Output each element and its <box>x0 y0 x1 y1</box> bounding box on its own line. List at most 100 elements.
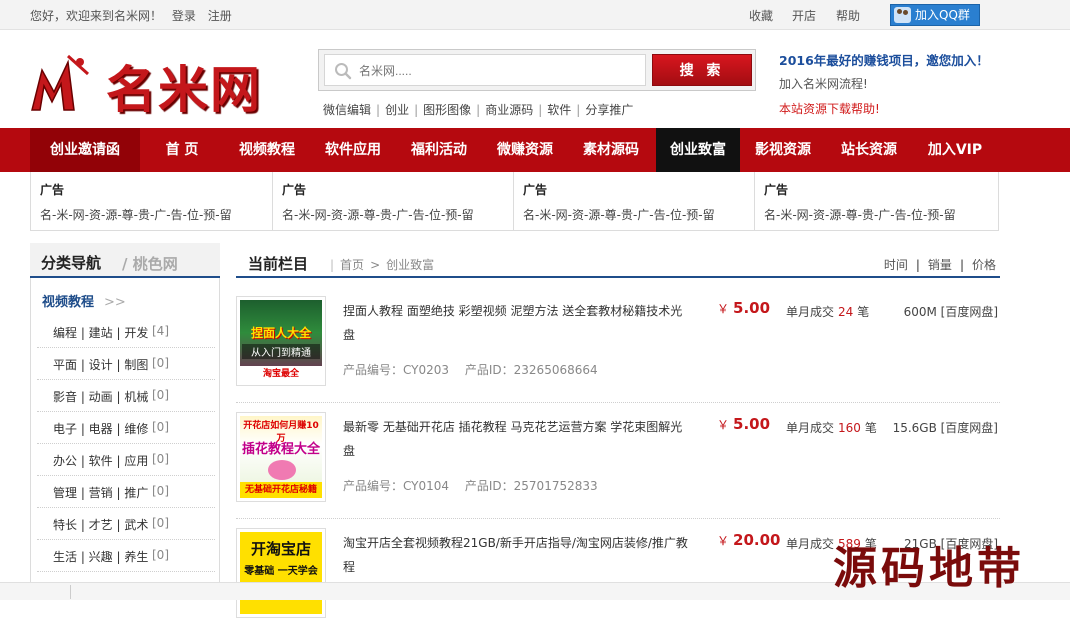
monthly-sales: 单月成交 24 笔 <box>786 303 869 320</box>
nav-item-vip[interactable]: 加入VIP <box>912 128 998 172</box>
subcategory-label: 影音 | 动画 | 机械 <box>53 390 149 404</box>
hot-link[interactable]: 分享推广 <box>585 103 633 117</box>
nav-item-startup-rich[interactable]: 创业致富 <box>656 128 740 172</box>
ad-title: 广告 <box>40 183 65 197</box>
subcategory-count: [0] <box>152 420 169 434</box>
subcategory-count: [0] <box>152 516 169 530</box>
top-bar: 您好，欢迎来到名米网！ 登录 注册 收藏 开店 帮助 加入QQ群 <box>0 0 1070 30</box>
sidebar-subcategory[interactable]: 管理 | 营销 | 推广 [0] <box>37 476 215 508</box>
sidebar-subtitle: / 桃色网 <box>122 255 178 273</box>
product-thumbnail[interactable]: 开淘宝店 零基础 一天学会 <box>236 528 326 618</box>
promo-join-process-link[interactable]: 加入名米网流程! <box>779 75 868 92</box>
category-label: 视频教程 <box>42 295 95 310</box>
ad-title: 广告 <box>764 183 789 197</box>
hot-link[interactable]: 微信编辑 <box>323 103 371 117</box>
currency-symbol: ￥ <box>717 534 730 548</box>
search-input[interactable] <box>359 61 639 81</box>
qq-group-label: 加入QQ群 <box>915 8 970 22</box>
currency-symbol: ￥ <box>717 302 730 316</box>
welcome-text: 您好，欢迎来到名米网！ <box>30 9 163 23</box>
sidebar-subcategory[interactable]: 特长 | 才艺 | 武术 [0] <box>37 508 215 540</box>
watermark: 源码地带 <box>833 543 1025 594</box>
promo-download-help-link[interactable]: 本站资源下载帮助! <box>779 100 880 117</box>
ad-slot[interactable]: 广告 名-米-网-资-源-尊-贵-广-告-位-预-留 <box>272 172 513 230</box>
nav-item-materials[interactable]: 素材源码 <box>568 128 654 172</box>
product-thumbnail[interactable]: 捏面人大全 从入门到精通 淘宝最全 <box>236 296 326 386</box>
product-meta: 产品编号：CY0203 产品ID：23265068664 <box>343 361 610 378</box>
nav-item-invite[interactable]: 创业邀请函 <box>30 128 140 172</box>
logo-m-icon <box>31 54 90 111</box>
price-value: 20.00 <box>733 531 781 549</box>
category-arrow: >> <box>104 295 126 310</box>
open-shop-link[interactable]: 开店 <box>792 7 816 24</box>
hot-link[interactable]: 创业 <box>385 103 409 117</box>
product-code: 产品编号：CY0104 <box>343 479 450 493</box>
product-code: 产品编号：CY0203 <box>343 363 450 377</box>
ad-title: 广告 <box>523 183 548 197</box>
sales-count: 160 <box>838 421 861 435</box>
subcategory-count: [4] <box>152 324 169 338</box>
price-value: 5.00 <box>733 299 771 317</box>
hot-link[interactable]: 商业源码 <box>485 103 533 117</box>
sidebar-subcategory[interactable]: 编程 | 建站 | 开发 [4] <box>37 316 215 348</box>
sidebar-subcategory[interactable]: 影音 | 动画 | 机械 [0] <box>37 380 215 412</box>
sidebar-subcategory[interactable]: 办公 | 软件 | 应用 [0] <box>37 444 215 476</box>
search-button[interactable]: 搜 索 <box>652 54 752 86</box>
ad-strip: 广告 名-米-网-资-源-尊-贵-广-告-位-预-留 广告 名-米-网-资-源-… <box>30 172 999 231</box>
subcategory-count: [0] <box>152 388 169 402</box>
sort-by-sales[interactable]: 销量 <box>928 258 952 272</box>
ad-slot[interactable]: 广告 名-米-网-资-源-尊-贵-广-告-位-预-留 <box>754 172 995 230</box>
hot-link[interactable]: 图形图像 <box>423 103 471 117</box>
thumb-text-top: 捏面人大全 <box>250 326 311 340</box>
site-logo[interactable]: 名米网 <box>28 46 278 119</box>
sales-prefix: 单月成交 <box>786 421 835 435</box>
sort-by-price[interactable]: 价格 <box>972 258 996 272</box>
subcategory-label: 平面 | 设计 | 制图 <box>53 358 149 372</box>
thumb-text-mid: 从入门到精通 <box>242 344 320 359</box>
product-title-link[interactable]: 最新零 无基础开花店 插花教程 马克花艺运营方案 学花束图解光盘 <box>343 415 688 463</box>
favorite-link[interactable]: 收藏 <box>749 7 773 24</box>
flower-bouquet-icon <box>268 460 296 480</box>
breadcrumb-separator: > <box>370 258 381 272</box>
product-thumbnail[interactable]: 开花店如何月赚10万 插花教程大全 无基础开花店秘籍 <box>236 412 326 502</box>
product-size: 15.6GB [百度网盘] <box>892 421 998 435</box>
nav-item-home[interactable]: 首 页 <box>140 128 224 172</box>
product-title-link[interactable]: 淘宝开店全套视频教程21GB/新手开店指导/淘宝网店装修/推广教程 <box>343 531 688 579</box>
subcategory-label: 电子 | 电器 | 维修 <box>53 422 149 436</box>
sales-count: 24 <box>838 305 854 319</box>
breadcrumb-home[interactable]: 首页 <box>340 258 364 272</box>
sort-by-time[interactable]: 时间 <box>884 258 908 272</box>
product-row: 开花店如何月赚10万 插花教程大全 无基础开花店秘籍 最新零 无基础开花店 插花… <box>236 403 1000 519</box>
list-header: 当前栏目 | 首页 > 创业致富 时间 | 销量 | 价格 <box>236 243 1000 278</box>
sidebar-header: 分类导航 / 桃色网 <box>30 243 220 278</box>
nav-item-webmaster[interactable]: 站长资源 <box>826 128 912 172</box>
register-link[interactable]: 注册 <box>208 9 232 23</box>
search-box: 搜 索 <box>318 49 756 91</box>
nav-item-welfare[interactable]: 福利活动 <box>396 128 482 172</box>
breadcrumb-current[interactable]: 创业致富 <box>386 258 434 272</box>
nav-item-video[interactable]: 视频教程 <box>224 128 310 172</box>
nav-item-micro-earn[interactable]: 微赚资源 <box>482 128 568 172</box>
product-title-link[interactable]: 捏面人教程 面塑绝技 彩塑视频 泥塑方法 送全套教材秘籍技术光盘 <box>343 299 688 347</box>
sales-prefix: 单月成交 <box>786 537 835 551</box>
sidebar-subcategory[interactable]: 电子 | 电器 | 维修 [0] <box>37 412 215 444</box>
hot-link[interactable]: 软件 <box>547 103 571 117</box>
subcategory-label: 办公 | 软件 | 应用 <box>53 454 149 468</box>
sidebar-subcategory[interactable]: 生活 | 兴趣 | 养生 [0] <box>37 540 215 572</box>
subcategory-label: 编程 | 建站 | 开发 <box>53 326 149 340</box>
promo-headline-link[interactable]: 2016年最好的赚钱项目，邀您加入！ <box>779 50 989 69</box>
login-link[interactable]: 登录 <box>172 9 196 23</box>
nav-item-software[interactable]: 软件应用 <box>310 128 396 172</box>
product-id: 产品ID：23265068664 <box>464 363 598 377</box>
welcome-area: 您好，欢迎来到名米网！ 登录 注册 <box>30 7 240 24</box>
ad-slot[interactable]: 广告 名-米-网-资-源-尊-贵-广-告-位-预-留 <box>513 172 754 230</box>
sidebar-subcategory[interactable]: 平面 | 设计 | 制图 [0] <box>37 348 215 380</box>
sidebar-category-video[interactable]: 视频教程 >> <box>42 291 126 310</box>
ad-desc: 名-米-网-资-源-尊-贵-广-告-位-预-留 <box>523 208 715 222</box>
subcategory-label: 生活 | 兴趣 | 养生 <box>53 550 149 564</box>
nav-item-movies[interactable]: 影视资源 <box>740 128 826 172</box>
product-row: 捏面人大全 从入门到精通 淘宝最全 捏面人教程 面塑绝技 彩塑视频 泥塑方法 送… <box>236 287 1000 403</box>
join-qq-group-button[interactable]: 加入QQ群 <box>890 4 980 26</box>
help-link[interactable]: 帮助 <box>836 7 860 24</box>
ad-slot[interactable]: 广告 名-米-网-资-源-尊-贵-广-告-位-预-留 <box>31 172 272 230</box>
